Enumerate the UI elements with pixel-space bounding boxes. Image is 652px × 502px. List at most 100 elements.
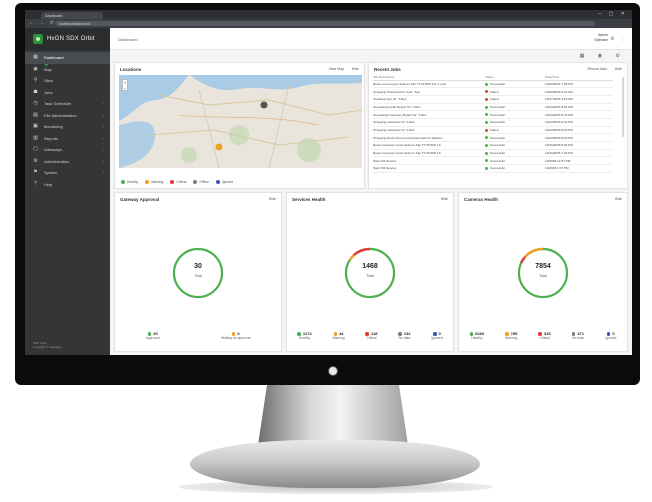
user-role: Operator xyxy=(594,37,608,42)
job-datetime: 10/20/2025 7:56 PM xyxy=(545,80,613,89)
legend-item: Offline xyxy=(193,180,209,184)
sidebar-item-jobs[interactable]: ☗ Jobs xyxy=(25,87,110,99)
services-stats: 1174 Healthy 44 Warning 118 Critical 132 No dat… xyxy=(287,331,453,341)
table-row[interactable]: Changing Password for User: Test Failed 10… xyxy=(373,87,613,96)
cameras-stat[interactable]: 315 Critical xyxy=(538,331,551,341)
legend-label: Warning xyxy=(151,179,164,184)
stat-label: No data xyxy=(398,336,411,340)
services-health-card: Services Health Hide 1468 Total 1174 Heal… xyxy=(286,192,454,352)
sidebar-item-system[interactable]: ⚑ System › xyxy=(25,167,110,179)
status-dot-icon xyxy=(485,128,488,132)
browser-nav-arrows[interactable]: ← → ⟳ xyxy=(29,20,56,26)
sidebar-item-sites[interactable]: ⚲ Sites xyxy=(25,75,110,87)
filter-icon[interactable]: ⏷ xyxy=(44,63,52,69)
sidebar-item-map[interactable]: ◉ Map xyxy=(25,64,110,76)
job-status-label: Successful xyxy=(490,81,505,86)
table-row[interactable]: Changing Environment and Automated for S… xyxy=(373,133,613,142)
job-status: Failed xyxy=(485,126,545,135)
app: HxGN SDX Orbit ▦ Dashboard ◉ Map ⚲ Sites ☗ Jobs… xyxy=(25,28,632,355)
jobs-scrollbar[interactable] xyxy=(622,77,624,137)
stat-label: No data xyxy=(572,336,584,340)
table-row[interactable]: Start VM-Service Successful 10/2025 12:37 … xyxy=(373,156,613,166)
map-zoom-control[interactable]: + − xyxy=(122,79,128,91)
cameras-hide-button[interactable]: Hide xyxy=(615,197,622,201)
stat-label: Approved xyxy=(145,336,160,340)
gateway-stats: 30 Approved 0 Waiting for approval xyxy=(115,331,281,341)
sidebar-item-gateways[interactable]: ▢ Gateways › xyxy=(25,144,110,156)
user-menu[interactable]: Admin Operator xyxy=(594,33,608,42)
services-stat[interactable]: 132 No data xyxy=(398,331,410,341)
cameras-stat[interactable]: 471 No data xyxy=(571,331,584,341)
services-stat[interactable]: 44 Warning xyxy=(332,331,344,341)
gateway-stat[interactable]: 0 Waiting for approval xyxy=(221,331,250,341)
job-status-label: Failed xyxy=(490,89,499,94)
table-row[interactable]: Reset inventory report data for Site TT-… xyxy=(373,149,613,158)
services-stat[interactable]: 0 Ignored xyxy=(431,331,442,341)
sidebar-item-icon: ▤ xyxy=(33,111,38,118)
toolbar-icons[interactable]: ▦ ◉ ⚙ xyxy=(580,53,626,59)
table-row[interactable]: Changing password for: T-Rex Successful 10… xyxy=(373,118,613,127)
services-stat[interactable]: 118 Critical xyxy=(365,331,377,341)
view-map-link[interactable]: View Map xyxy=(329,67,344,71)
cameras-stat[interactable]: 0 Ignored xyxy=(605,331,616,341)
stat-label: Ignored xyxy=(431,336,443,340)
browser-tab[interactable]: Dashboard xyxy=(41,12,103,19)
table-row[interactable]: Generating Inventory Report for: T-Rex Su… xyxy=(373,110,613,119)
job-description: Changing Environment and Automated for S… xyxy=(373,133,485,142)
sidebar-item-label: System xyxy=(44,170,58,176)
sidebar-item-help[interactable]: ? Help xyxy=(25,179,110,191)
gateway-hide-button[interactable]: Hide xyxy=(269,197,276,201)
table-row[interactable]: Changing password for: T-Rex Failed 10/13/… xyxy=(373,126,613,135)
locations-map[interactable]: + − xyxy=(119,75,362,168)
legend-label: Critical xyxy=(176,179,187,184)
cameras-donut-ring xyxy=(517,247,569,299)
monitor-screen: Dashboard – ▢ ✕ ← → ⟳ localhost/dashboar… xyxy=(25,10,632,355)
sidebar-item-monitoring[interactable]: ▣ Monitoring › xyxy=(25,121,110,133)
browser-url-bar: ← → ⟳ localhost/dashboard xyxy=(25,19,632,28)
job-status-label: Successful xyxy=(490,143,505,148)
sidebar-item-label: Help xyxy=(44,181,53,187)
sidebar-footer: SDX Orbit Copyright © Hexagon xyxy=(33,341,62,349)
cameras-stat[interactable]: 6283 Healthy xyxy=(469,331,484,341)
sidebar-item-task-scheduler[interactable]: ◷ Task Scheduler › xyxy=(25,98,110,110)
legend-item: Ignored xyxy=(215,180,233,184)
gateway-stat[interactable]: 30 Approved xyxy=(146,331,160,341)
services-stat[interactable]: 1174 Healthy xyxy=(297,331,312,341)
job-datetime: 10/13/2025 8:54 PM xyxy=(545,103,613,112)
address-input[interactable]: localhost/dashboard xyxy=(55,21,595,26)
job-status-label: Successful xyxy=(490,151,505,156)
sidebar-item-file-administration[interactable]: ▤ File Administration › xyxy=(25,110,110,122)
status-dot-icon xyxy=(485,82,488,86)
job-datetime: 10/13/2025 8:20 PM xyxy=(545,126,613,135)
sidebar-item-label: Task Scheduler xyxy=(44,101,72,107)
sidebar-item-reports[interactable]: ▥ Reports › xyxy=(25,133,110,145)
recent-jobs-card: Recent Jobs Recent Jobs Hide Job Descrip… xyxy=(368,62,628,189)
sidebar-item-icon: ☗ xyxy=(33,88,38,95)
sidebar-item-icon: ? xyxy=(34,180,37,187)
table-row[interactable]: Reset event report data for Site TT-SHOW… xyxy=(373,80,613,89)
legend-dot-icon xyxy=(215,180,220,184)
job-status: Successful xyxy=(485,149,545,158)
job-status: Successful xyxy=(485,118,545,127)
brand[interactable]: HxGN SDX Orbit xyxy=(25,28,110,50)
recent-jobs-title: Recent Jobs xyxy=(374,67,401,72)
table-row[interactable]: Reset inventory report data for Site TT-… xyxy=(373,141,613,150)
locations-hide-button[interactable]: Hide xyxy=(352,67,359,71)
legend-item: Healthy xyxy=(121,180,138,184)
jobs-hide-button[interactable]: Hide xyxy=(615,67,622,71)
top-icons[interactable]: ⚙ ⋮ xyxy=(610,36,627,42)
recent-jobs-link[interactable]: Recent Jobs xyxy=(588,67,607,71)
job-description: Changing password for: T-Rex xyxy=(373,118,485,127)
cameras-stat[interactable]: 785 Warning xyxy=(505,331,517,341)
job-status: Successful xyxy=(485,103,545,112)
window-buttons[interactable]: – ▢ ✕ xyxy=(599,11,628,17)
cameras-donut: 7854 Total xyxy=(513,243,573,303)
sidebar-item-administration[interactable]: ⚙ Administration › xyxy=(25,156,110,168)
job-datetime: 10/13/2025 8:20 PM xyxy=(545,133,613,142)
cameras-total-label: Total xyxy=(539,274,547,278)
table-row[interactable]: Start VM-Service Successful 10/2025 1:07 P… xyxy=(373,164,613,173)
table-row[interactable]: Creating User for: T-Rex Failed 10/17/2025… xyxy=(373,95,613,104)
services-hide-button[interactable]: Hide xyxy=(441,197,448,201)
sidebar-item-dashboard[interactable]: ▦ Dashboard xyxy=(25,52,110,64)
table-row[interactable]: Generating Audit Report for: T-Rex Succes… xyxy=(373,103,613,112)
